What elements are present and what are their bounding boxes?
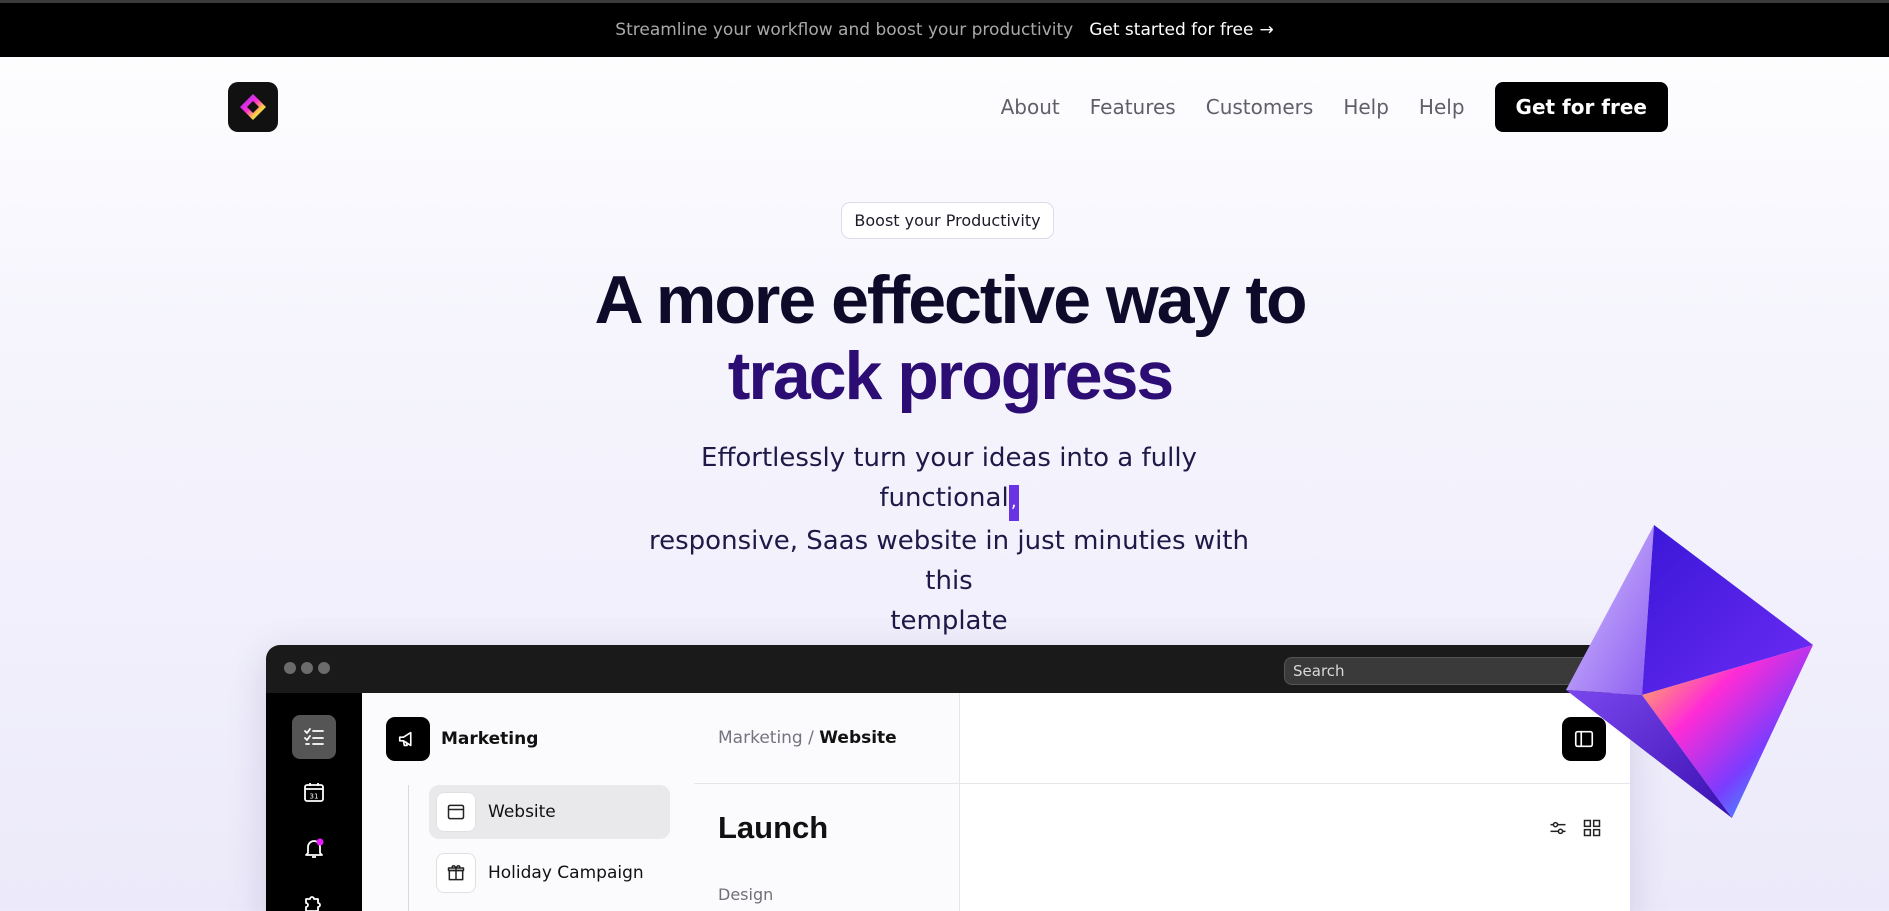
section-title: Launch xyxy=(718,810,829,845)
subtitle-line-1: Effortlessly turn your ideas into a full… xyxy=(701,443,1197,513)
window-controls xyxy=(284,662,330,674)
sliders-icon[interactable] xyxy=(1548,818,1568,838)
window-dot-close[interactable] xyxy=(284,662,296,674)
brand-logo[interactable] xyxy=(228,82,278,132)
calendar-icon[interactable]: 31 xyxy=(292,770,336,814)
decorative-gem xyxy=(1566,525,1813,818)
app-search-input[interactable]: Search xyxy=(1284,657,1604,685)
notification-dot xyxy=(316,838,324,846)
hero-badge: Boost your Productivity xyxy=(841,202,1054,239)
window-dot-minimize[interactable] xyxy=(301,662,313,674)
gift-icon xyxy=(436,853,476,893)
sidebar-item-holiday-campaign[interactable]: Holiday Campaign xyxy=(429,846,670,900)
announcement-bar: Streamline your workflow and boost your … xyxy=(0,0,1889,57)
window-titlebar: Search xyxy=(266,645,1630,693)
sidebar-header[interactable]: Marketing xyxy=(386,717,538,761)
nav-customers[interactable]: Customers xyxy=(1206,95,1314,119)
main-content: Marketing / Website Launch Design xyxy=(694,693,1630,911)
puzzle-icon[interactable] xyxy=(292,881,336,911)
sidebar-item-label: Website xyxy=(488,802,556,822)
headline-line-2: track progress xyxy=(727,338,1174,414)
nav-help-2[interactable]: Help xyxy=(1419,95,1465,119)
get-started-link[interactable]: Get started for free → xyxy=(1089,20,1274,40)
get-for-free-button[interactable]: Get for free xyxy=(1494,82,1668,132)
sidebar-title: Marketing xyxy=(441,729,539,749)
breadcrumb-parent[interactable]: Marketing / xyxy=(718,728,814,748)
arrow-right-icon: → xyxy=(1259,20,1274,40)
group-label: Design xyxy=(718,885,774,904)
checklist-icon[interactable] xyxy=(292,715,336,759)
main-nav: About Features Customers Help Help Get f… xyxy=(228,82,1668,132)
bell-icon[interactable] xyxy=(292,826,336,870)
sidebar-item-label: Holiday Campaign xyxy=(488,863,644,883)
content-divider xyxy=(694,783,1630,784)
calendar-day: 31 xyxy=(310,793,319,801)
megaphone-icon xyxy=(386,717,430,761)
announcement-message: Streamline your workflow and boost your … xyxy=(615,20,1074,40)
sidebar-tree-line xyxy=(408,785,409,911)
view-tools xyxy=(1548,818,1602,838)
caret-char: , xyxy=(1010,491,1017,512)
breadcrumb-current: Website xyxy=(819,728,897,748)
diamond-logo-icon xyxy=(240,94,266,120)
get-started-label: Get started for free xyxy=(1089,20,1254,40)
app-icon-bar: 31 xyxy=(266,693,362,911)
hero-headline: A more effective way to track progress xyxy=(450,262,1450,414)
nav-about[interactable]: About xyxy=(1001,95,1060,119)
breadcrumb: Marketing / Website xyxy=(718,728,897,748)
subtitle-line-3: template xyxy=(890,606,1008,636)
app-preview-window: Search 31 Marketing Website Holiday Camp… xyxy=(266,645,1630,911)
subtitle-line-2: responsive, Saas website in just minutie… xyxy=(649,526,1249,596)
sidebar-item-website[interactable]: Website xyxy=(429,785,670,839)
hero-subtitle: Effortlessly turn your ideas into a full… xyxy=(634,438,1264,641)
text-cursor: , xyxy=(1008,485,1019,521)
browser-window-icon xyxy=(436,792,476,832)
window-dot-maximize[interactable] xyxy=(318,662,330,674)
headline-line-1: A more effective way to xyxy=(594,262,1307,338)
nav-features[interactable]: Features xyxy=(1090,95,1176,119)
grid-view-icon[interactable] xyxy=(1582,818,1602,838)
nav-help[interactable]: Help xyxy=(1343,95,1389,119)
